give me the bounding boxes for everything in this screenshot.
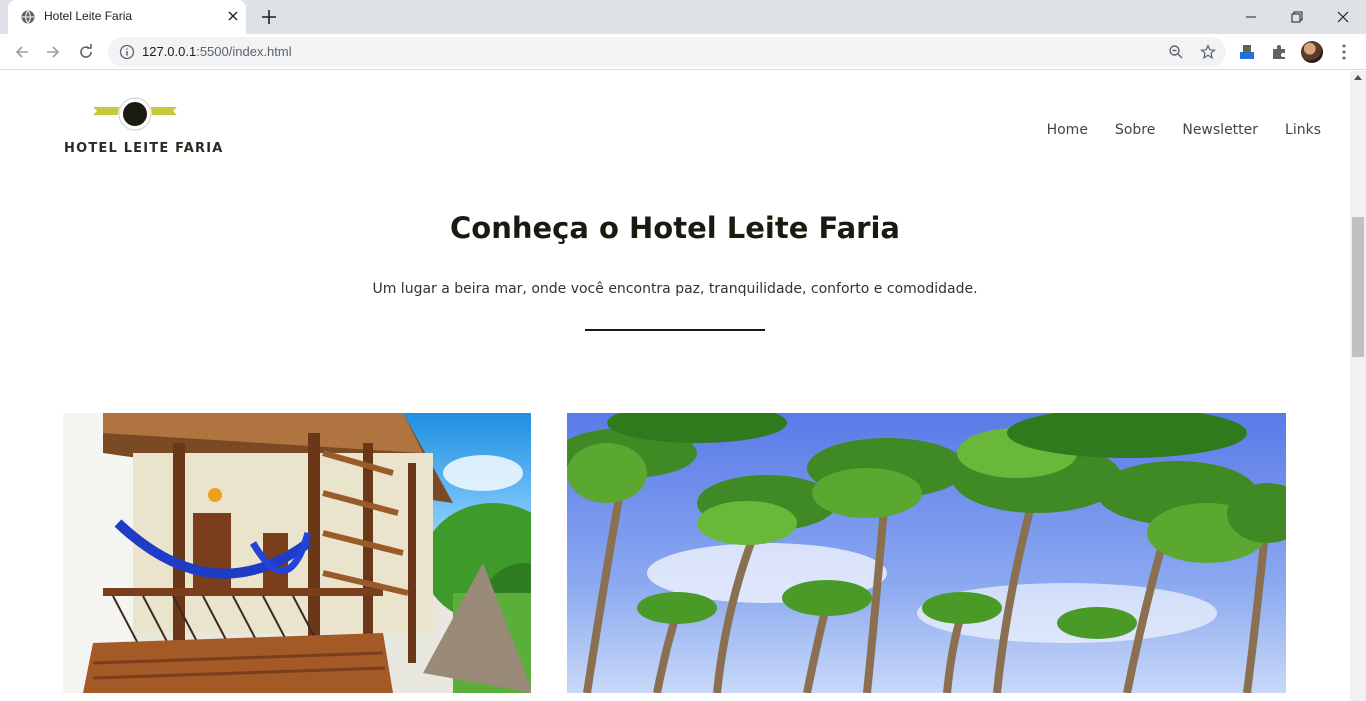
main-nav: Home Sobre Newsletter Links [1047,122,1321,138]
scroll-thumb[interactable] [1352,217,1364,357]
url-path: :5500/index.html [196,44,292,59]
tab-title: Hotel Leite Faria [44,9,133,23]
nav-link-sobre[interactable]: Sobre [1115,122,1155,138]
nav-link-newsletter[interactable]: Newsletter [1182,122,1258,138]
url-text[interactable]: 127.0.0.1:5500/index.html [142,44,292,59]
browser-tab[interactable]: Hotel Leite Faria [8,0,246,34]
reload-icon[interactable] [77,43,95,61]
forward-icon[interactable] [44,43,62,61]
hotel-balcony-photo [63,413,531,693]
browser-tabbar: Hotel Leite Faria [0,0,1366,34]
page-subtitle: Um lugar a beira mar, onde você encontra… [372,281,978,297]
browser-toolbar: 127.0.0.1:5500/index.html [0,34,1366,70]
zoom-icon[interactable] [1168,44,1184,60]
logo-text: HOTEL LEITE FARIA [64,141,224,156]
page-viewport: HOTEL LEITE FARIA Home Sobre Newsletter … [0,71,1350,701]
url-host: 127.0.0.1 [142,44,197,59]
star-icon[interactable] [1200,44,1216,60]
address-bar[interactable]: 127.0.0.1:5500/index.html [108,37,1226,67]
page-title: Conheça o Hotel Leite Faria [449,211,900,245]
title-divider [585,329,765,331]
window-close-icon[interactable] [1333,7,1353,27]
globe-icon [21,10,35,24]
close-icon[interactable] [226,9,240,23]
avatar[interactable] [1301,41,1323,63]
scroll-up-arrow-icon[interactable] [1354,75,1362,80]
nav-link-home[interactable]: Home [1047,122,1088,138]
extension-icon[interactable] [1238,43,1256,61]
puzzle-icon[interactable] [1270,43,1288,61]
page-scrollbar[interactable] [1350,71,1366,701]
plus-icon[interactable] [260,8,278,26]
info-icon[interactable] [119,44,135,60]
logo-emblem-icon [93,97,177,131]
minimize-icon[interactable] [1241,7,1261,27]
palm-trees-photo [567,413,1286,693]
back-icon[interactable] [13,43,31,61]
nav-link-links[interactable]: Links [1285,122,1321,138]
restore-icon[interactable] [1287,7,1307,27]
site-logo[interactable]: HOTEL LEITE FARIA [63,97,222,157]
menu-icon[interactable] [1335,43,1353,61]
